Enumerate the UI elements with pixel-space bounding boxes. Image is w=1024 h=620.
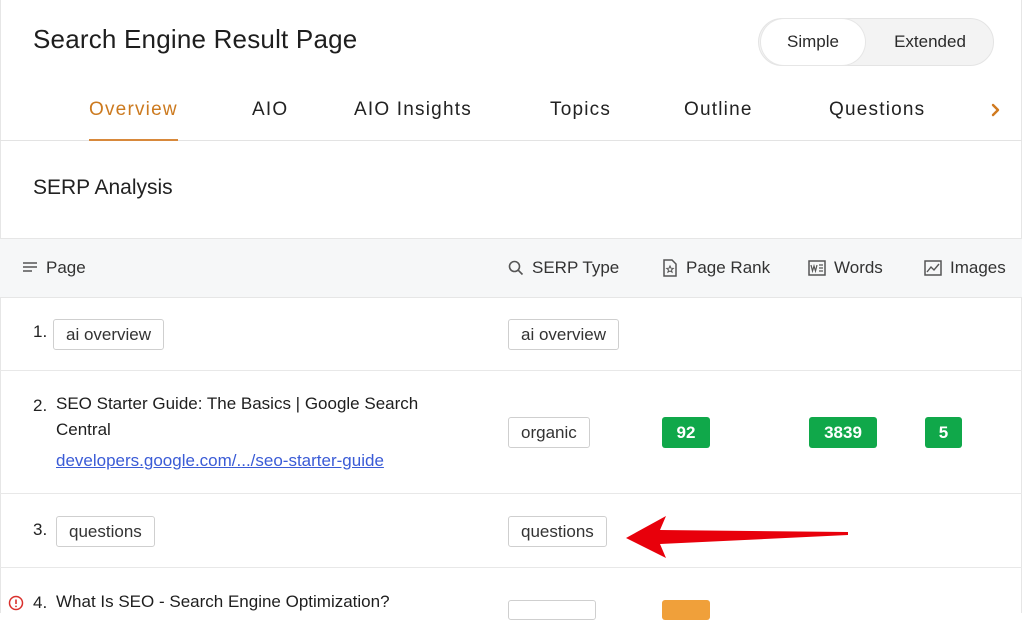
page-rank-badge bbox=[662, 600, 710, 620]
table-row: 4. What Is SEO - Search Engine Optimizat… bbox=[0, 568, 1022, 620]
column-header-words[interactable]: Words bbox=[808, 239, 883, 297]
table-row: 3. questions questions bbox=[0, 494, 1022, 568]
table-header: Page SERP Type Page Rank Words Images bbox=[0, 238, 1022, 298]
tab-overview[interactable]: Overview bbox=[89, 82, 178, 141]
simple-view-option[interactable]: Simple bbox=[761, 19, 865, 65]
column-header-page[interactable]: Page bbox=[22, 239, 86, 297]
column-header-serp-type[interactable]: SERP Type bbox=[508, 239, 619, 297]
result-url-link[interactable]: developers.google.com/.../seo-starter-gu… bbox=[56, 451, 384, 471]
annotation-arrow-icon bbox=[620, 510, 852, 565]
page-rank-badge: 92 bbox=[662, 417, 710, 448]
serp-type-tag: ai overview bbox=[508, 319, 620, 350]
serp-type-tag: organic bbox=[508, 417, 590, 448]
table-row: 1. ai overview ai overview bbox=[0, 298, 1022, 371]
tab-outline[interactable]: Outline bbox=[684, 82, 753, 140]
serp-type-tag: questions bbox=[508, 516, 607, 547]
page-title: Search Engine Result Page bbox=[33, 24, 358, 54]
tabs-scroll-right-icon[interactable] bbox=[990, 96, 1008, 124]
row-number: 3. bbox=[33, 520, 48, 539]
images-badge: 5 bbox=[925, 417, 962, 448]
column-header-label: SERP Type bbox=[532, 258, 620, 277]
tab-questions[interactable]: Questions bbox=[829, 82, 925, 140]
view-mode-toggle[interactable]: Simple Extended bbox=[758, 18, 994, 66]
row-number: 1. bbox=[33, 322, 48, 341]
column-header-label: Page Rank bbox=[686, 258, 771, 277]
result-title-line: SEO Starter Guide: The Basics | Google S… bbox=[56, 394, 419, 413]
column-header-page-rank[interactable]: Page Rank bbox=[662, 239, 770, 297]
column-header-label: Page bbox=[46, 258, 86, 277]
section-title: SERP Analysis bbox=[33, 176, 173, 199]
column-header-label: Words bbox=[834, 258, 883, 277]
tab-aio-insights[interactable]: AIO Insights bbox=[354, 82, 472, 140]
document-star-icon bbox=[662, 259, 678, 277]
row-number: 4. bbox=[33, 593, 48, 612]
result-title-line: Central bbox=[56, 420, 111, 439]
words-badge: 3839 bbox=[809, 417, 877, 448]
alert-icon[interactable] bbox=[8, 595, 24, 611]
result-title[interactable]: SEO Starter Guide: The Basics | Google S… bbox=[56, 391, 446, 443]
word-count-icon bbox=[808, 260, 826, 276]
image-chart-icon bbox=[924, 260, 942, 276]
table-row: 2. SEO Starter Guide: The Basics | Googl… bbox=[0, 371, 1022, 494]
row-number: 2. bbox=[33, 396, 48, 415]
search-icon bbox=[508, 260, 524, 276]
page-tag: ai overview bbox=[53, 319, 165, 350]
tab-aio[interactable]: AIO bbox=[252, 82, 288, 140]
extended-view-option[interactable]: Extended bbox=[867, 19, 993, 65]
result-title[interactable]: What Is SEO - Search Engine Optimization… bbox=[56, 589, 446, 615]
tab-bar: Overview AIO AIO Insights Topics Outline… bbox=[0, 82, 1022, 141]
column-header-images[interactable]: Images bbox=[924, 239, 1006, 297]
tab-topics[interactable]: Topics bbox=[550, 82, 611, 140]
serp-type-tag bbox=[508, 600, 596, 620]
page-tag: questions bbox=[56, 516, 155, 547]
lines-icon bbox=[22, 261, 38, 275]
column-header-label: Images bbox=[950, 258, 1006, 277]
